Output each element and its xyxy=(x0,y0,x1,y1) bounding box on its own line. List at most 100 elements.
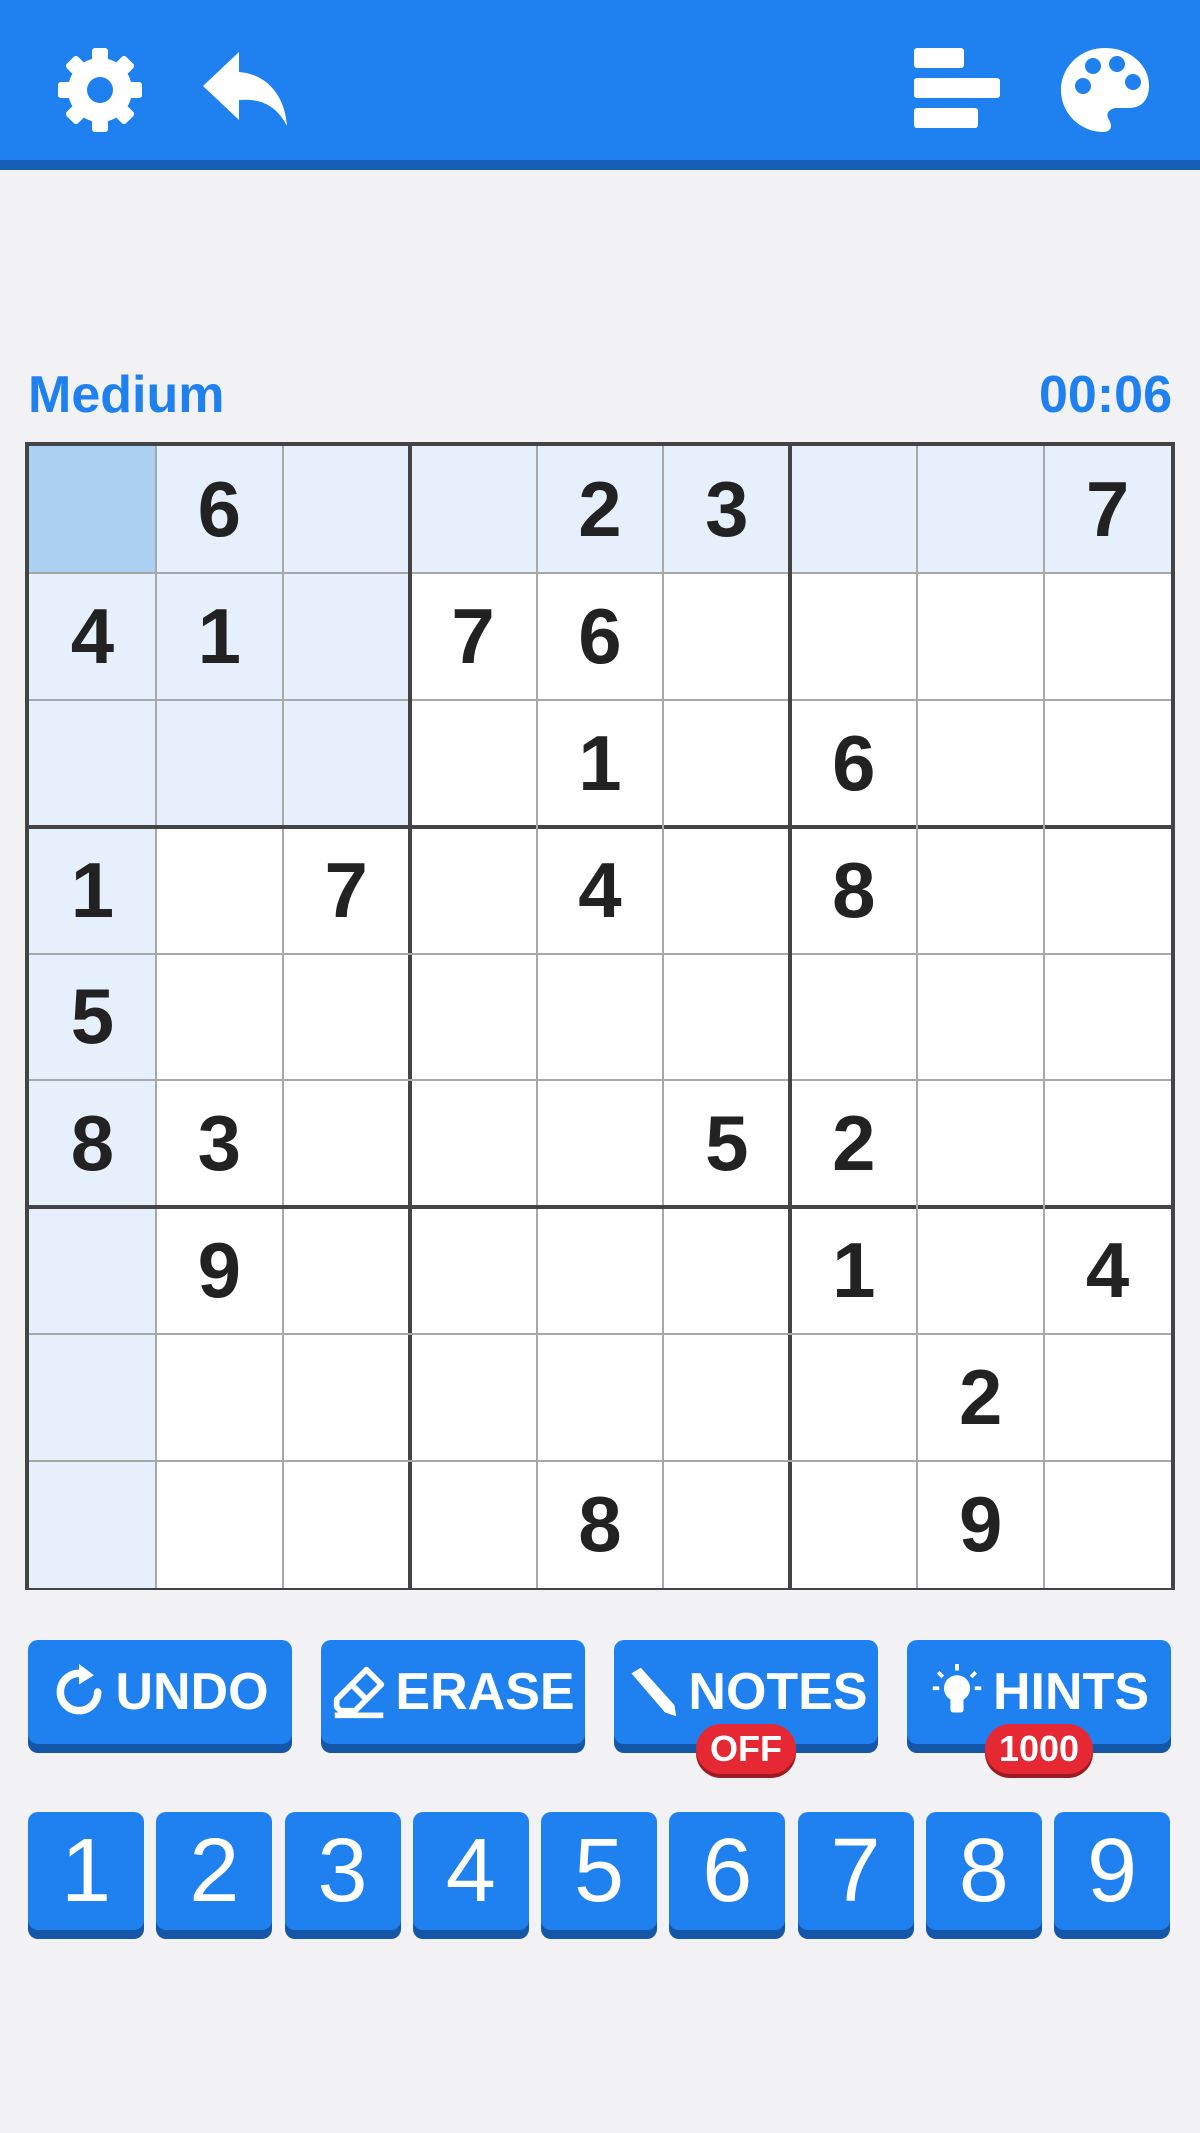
sudoku-cell[interactable] xyxy=(282,699,410,827)
sudoku-cell[interactable]: 4 xyxy=(29,572,156,700)
sudoku-cell[interactable]: 1 xyxy=(536,699,664,827)
sudoku-cell[interactable] xyxy=(790,953,918,1081)
palette-icon[interactable] xyxy=(1055,40,1155,140)
sudoku-cell[interactable] xyxy=(155,1461,283,1588)
sudoku-cell[interactable] xyxy=(917,953,1045,1081)
number-button-5[interactable]: 5 xyxy=(541,1812,657,1930)
top-app-bar xyxy=(0,0,1200,170)
sudoku-cell[interactable] xyxy=(1044,572,1171,700)
sudoku-cell[interactable]: 6 xyxy=(155,446,283,573)
sudoku-cell[interactable] xyxy=(282,1207,410,1335)
sudoku-cell[interactable]: 4 xyxy=(1044,1207,1171,1335)
sudoku-cell[interactable] xyxy=(917,1080,1045,1208)
sudoku-cell[interactable] xyxy=(663,1461,791,1588)
sudoku-cell[interactable] xyxy=(663,1207,791,1335)
sudoku-cell[interactable]: 7 xyxy=(1044,446,1171,573)
undo-button[interactable]: UNDO xyxy=(28,1640,292,1744)
sudoku-cell[interactable] xyxy=(409,699,537,827)
sudoku-cell[interactable]: 4 xyxy=(536,826,664,954)
number-button-8[interactable]: 8 xyxy=(925,1812,1042,1930)
back-arrow-icon[interactable] xyxy=(195,40,295,140)
number-button-2[interactable]: 2 xyxy=(156,1812,273,1930)
sudoku-cell[interactable]: 7 xyxy=(282,826,410,954)
sudoku-cell[interactable] xyxy=(155,953,283,1081)
sudoku-cell[interactable] xyxy=(663,699,791,827)
number-button-9[interactable]: 9 xyxy=(1054,1812,1170,1930)
sudoku-cell[interactable]: 6 xyxy=(536,572,664,700)
sudoku-cell[interactable] xyxy=(917,446,1045,573)
sudoku-cell[interactable]: 3 xyxy=(155,1080,283,1208)
sudoku-cell[interactable] xyxy=(409,1334,537,1462)
sudoku-cell[interactable] xyxy=(790,1334,918,1462)
sudoku-cell[interactable]: 1 xyxy=(790,1207,918,1335)
sudoku-cell[interactable]: 7 xyxy=(409,572,537,700)
sudoku-cell[interactable] xyxy=(155,826,283,954)
sudoku-cell[interactable] xyxy=(536,953,664,1081)
sudoku-cell[interactable]: 2 xyxy=(536,446,664,573)
sudoku-cell[interactable]: 6 xyxy=(790,699,918,827)
sudoku-cell[interactable] xyxy=(29,1334,156,1462)
sudoku-cell[interactable] xyxy=(409,1080,537,1208)
sudoku-cell[interactable]: 1 xyxy=(29,826,156,954)
sudoku-cell[interactable] xyxy=(29,699,156,827)
sudoku-cell[interactable] xyxy=(409,826,537,954)
sudoku-cell[interactable]: 5 xyxy=(663,1080,791,1208)
sudoku-cell[interactable] xyxy=(1044,1334,1171,1462)
sudoku-cell[interactable]: 5 xyxy=(29,953,156,1081)
sudoku-cell[interactable] xyxy=(409,953,537,1081)
sudoku-cell[interactable]: 2 xyxy=(790,1080,918,1208)
sudoku-cell[interactable] xyxy=(155,699,283,827)
sudoku-cell[interactable] xyxy=(1044,699,1171,827)
sudoku-cell[interactable] xyxy=(1044,953,1171,1081)
sudoku-cell[interactable] xyxy=(663,572,791,700)
sudoku-cell[interactable] xyxy=(282,1461,410,1588)
sudoku-cell[interactable] xyxy=(663,953,791,1081)
sudoku-cell[interactable]: 8 xyxy=(536,1461,664,1588)
sudoku-cell[interactable] xyxy=(29,1461,156,1588)
sudoku-cell[interactable] xyxy=(409,446,537,573)
sudoku-cell[interactable] xyxy=(790,572,918,700)
sudoku-cell[interactable]: 8 xyxy=(790,826,918,954)
sudoku-cell[interactable] xyxy=(409,1207,537,1335)
sudoku-cell[interactable] xyxy=(282,953,410,1081)
number-button-6[interactable]: 6 xyxy=(669,1812,786,1930)
sudoku-cell[interactable] xyxy=(790,1461,918,1588)
number-button-7[interactable]: 7 xyxy=(797,1812,914,1930)
sudoku-cell[interactable] xyxy=(663,1334,791,1462)
undo-label: UNDO xyxy=(115,1663,269,1721)
sudoku-cell[interactable]: 3 xyxy=(663,446,791,573)
sudoku-cell[interactable]: 1 xyxy=(155,572,283,700)
sudoku-cell[interactable] xyxy=(917,699,1045,827)
number-button-4[interactable]: 4 xyxy=(412,1812,529,1930)
sudoku-cell[interactable] xyxy=(663,826,791,954)
number-button-3[interactable]: 3 xyxy=(284,1812,401,1930)
sudoku-cell[interactable] xyxy=(282,1080,410,1208)
number-button-1[interactable]: 1 xyxy=(28,1812,144,1930)
stats-icon[interactable] xyxy=(908,40,1008,140)
sudoku-cell[interactable] xyxy=(917,826,1045,954)
sudoku-cell[interactable] xyxy=(29,446,156,573)
sudoku-cell[interactable] xyxy=(282,446,410,573)
sudoku-cell[interactable]: 8 xyxy=(29,1080,156,1208)
gear-icon[interactable] xyxy=(50,40,150,140)
hints-button[interactable]: HINTS 1000 xyxy=(907,1640,1171,1774)
sudoku-cell[interactable]: 9 xyxy=(155,1207,283,1335)
sudoku-cell[interactable] xyxy=(1044,1080,1171,1208)
sudoku-cell[interactable] xyxy=(155,1334,283,1462)
sudoku-cell[interactable] xyxy=(282,1334,410,1462)
sudoku-cell[interactable] xyxy=(282,572,410,700)
sudoku-cell[interactable]: 9 xyxy=(917,1461,1045,1588)
notes-button[interactable]: NOTES OFF xyxy=(614,1640,878,1774)
sudoku-cell[interactable] xyxy=(917,1207,1045,1335)
sudoku-cell[interactable]: 2 xyxy=(917,1334,1045,1462)
sudoku-cell[interactable] xyxy=(1044,826,1171,954)
sudoku-cell[interactable] xyxy=(790,446,918,573)
sudoku-cell[interactable] xyxy=(536,1207,664,1335)
sudoku-cell[interactable] xyxy=(536,1334,664,1462)
sudoku-cell[interactable] xyxy=(917,572,1045,700)
sudoku-cell[interactable] xyxy=(29,1207,156,1335)
erase-button[interactable]: ERASE xyxy=(321,1640,585,1744)
sudoku-cell[interactable] xyxy=(536,1080,664,1208)
sudoku-cell[interactable] xyxy=(1044,1461,1171,1588)
sudoku-cell[interactable] xyxy=(409,1461,537,1588)
